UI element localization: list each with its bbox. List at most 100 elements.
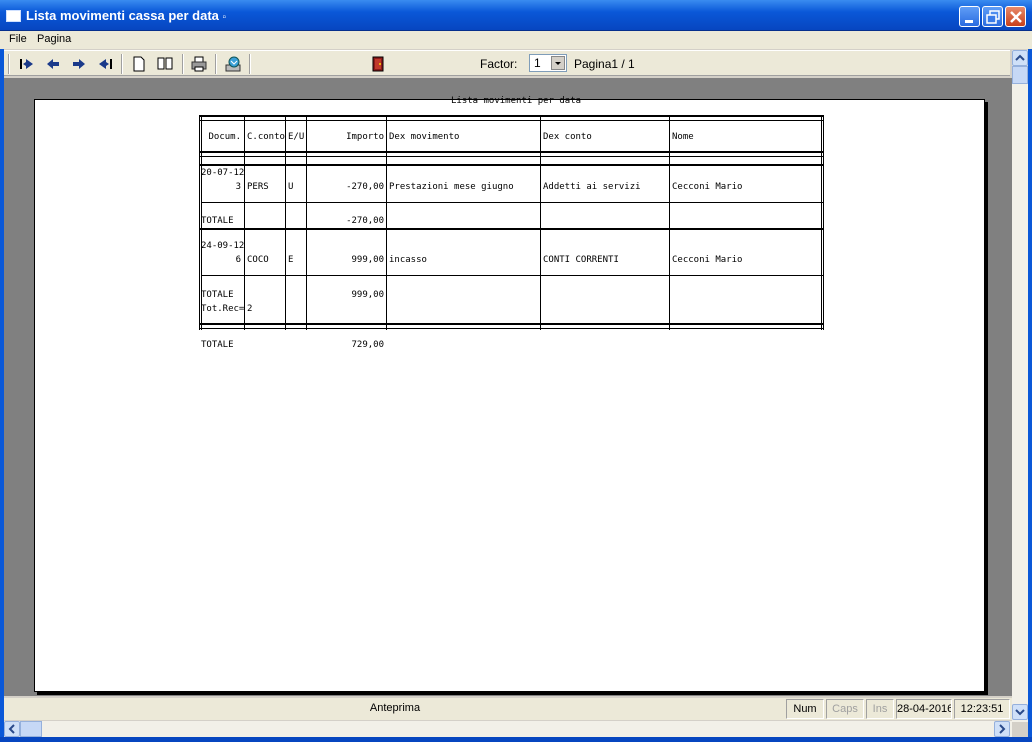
row-importo: -270,00 bbox=[346, 182, 384, 192]
next-page-icon[interactable] bbox=[70, 55, 88, 73]
window-title-suffix: ▫ bbox=[222, 12, 227, 23]
chevron-right-icon bbox=[999, 724, 1006, 734]
status-date: 28-04-2016 bbox=[896, 699, 952, 719]
toolbar-separator bbox=[182, 54, 184, 74]
horizontal-scroll-thumb[interactable] bbox=[20, 721, 42, 737]
table-border-right bbox=[821, 115, 822, 330]
minimize-icon bbox=[965, 20, 973, 23]
vertical-scrollbar[interactable] bbox=[1012, 50, 1028, 722]
header-rule-bottom-inner bbox=[199, 156, 824, 157]
factor-dropdown-button[interactable] bbox=[551, 56, 565, 70]
window-title: Lista movimenti cassa per data ▫ bbox=[26, 8, 226, 23]
row-cconto: PERS bbox=[247, 182, 269, 192]
header-cconto: C.conto bbox=[247, 132, 285, 142]
group-rule bbox=[199, 164, 824, 166]
group-rule bbox=[199, 228, 824, 230]
toolbar-separator bbox=[121, 54, 123, 74]
column-divider bbox=[306, 115, 307, 330]
chevron-down-icon bbox=[555, 62, 561, 65]
toolbar-separator bbox=[215, 54, 217, 74]
column-divider bbox=[285, 115, 286, 330]
row-doc-number: 6 bbox=[235, 255, 241, 265]
toolbar-separator bbox=[249, 54, 251, 74]
column-divider bbox=[669, 115, 670, 330]
scroll-left-button[interactable] bbox=[4, 721, 20, 737]
row-eu: U bbox=[288, 182, 294, 192]
toolbar-grip bbox=[8, 54, 10, 74]
horizontal-scrollbar[interactable] bbox=[4, 721, 1012, 737]
menu-pagina[interactable]: Pagina bbox=[37, 33, 71, 45]
chevron-up-icon bbox=[1015, 54, 1025, 61]
header-rule-top bbox=[199, 115, 824, 117]
minimize-button[interactable] bbox=[959, 6, 980, 27]
report-title: Lista movimenti per data bbox=[451, 96, 582, 106]
last-page-icon[interactable] bbox=[96, 55, 114, 73]
table-rule-bottom bbox=[199, 323, 824, 325]
row-nome: Cecconi Mario bbox=[672, 182, 743, 192]
header-dex-conto: Dex conto bbox=[543, 132, 592, 142]
close-button[interactable] bbox=[1005, 6, 1026, 27]
scroll-up-button[interactable] bbox=[1012, 50, 1028, 66]
report-page: Lista movimenti per data Docum. C.conto … bbox=[34, 96, 985, 692]
status-bar: Anteprima Num Caps Ins 28-04-2016 12:23:… bbox=[4, 698, 1012, 720]
menu-bar: File Pagina bbox=[0, 31, 1032, 49]
prev-page-icon[interactable] bbox=[44, 55, 62, 73]
first-page-icon[interactable] bbox=[18, 55, 36, 73]
menu-file[interactable]: File bbox=[9, 33, 27, 45]
app-window: Lista movimenti cassa per data ▫ File Pa… bbox=[0, 0, 1032, 742]
status-text: Anteprima bbox=[369, 702, 421, 714]
chevron-down-icon bbox=[1015, 709, 1025, 716]
status-time: 12:23:51 bbox=[954, 699, 1010, 719]
table-rule-bottom-inner bbox=[199, 328, 824, 329]
row-dex-conto: CONTI CORRENTI bbox=[543, 255, 619, 265]
chevron-left-icon bbox=[8, 724, 15, 734]
header-rule-bottom bbox=[199, 151, 824, 153]
table-border-right-inner bbox=[823, 115, 824, 330]
page-indicator: Pagina1 / 1 bbox=[574, 57, 635, 71]
scroll-thumb[interactable] bbox=[1012, 66, 1028, 84]
row-date: 20-07-12 bbox=[201, 168, 245, 178]
header-nome: Nome bbox=[672, 132, 694, 142]
column-divider bbox=[540, 115, 541, 330]
row-eu: E bbox=[288, 255, 294, 265]
window-border-right bbox=[1028, 31, 1032, 737]
title-bar[interactable]: Lista movimenti cassa per data ▫ bbox=[0, 0, 1032, 31]
row-doc-number: 3 bbox=[235, 182, 241, 192]
row-dex-movimento: Prestazioni mese giugno bbox=[389, 182, 514, 192]
header-eu: E/U bbox=[288, 132, 305, 142]
column-divider bbox=[244, 115, 245, 330]
column-divider bbox=[386, 115, 387, 330]
factor-select[interactable]: 1 bbox=[529, 54, 567, 72]
window-icon[interactable] bbox=[6, 10, 21, 22]
header-importo: Importo bbox=[346, 132, 384, 142]
status-num: Num bbox=[786, 699, 824, 719]
single-page-icon[interactable] bbox=[130, 55, 148, 73]
scroll-down-button[interactable] bbox=[1012, 704, 1028, 720]
row-importo: 999,00 bbox=[351, 255, 384, 265]
row-rule bbox=[201, 275, 823, 276]
group-total-label: TOTALE bbox=[201, 216, 234, 226]
header-docum: Docum. bbox=[208, 132, 241, 142]
table-border-left bbox=[199, 115, 200, 330]
group-total-value: -270,00 bbox=[346, 216, 384, 226]
record-count-value: 2 bbox=[247, 304, 253, 314]
header-dex-movimento: Dex movimento bbox=[389, 132, 460, 142]
group-total-value: 999,00 bbox=[351, 290, 384, 300]
exit-door-icon[interactable] bbox=[369, 55, 387, 73]
scroll-right-button[interactable] bbox=[994, 721, 1010, 737]
grand-total-label: TOTALE bbox=[201, 340, 234, 350]
record-count-label: Tot.Rec= bbox=[201, 304, 245, 314]
row-rule bbox=[201, 202, 823, 203]
row-nome: Cecconi Mario bbox=[672, 255, 743, 265]
status-ins: Ins bbox=[866, 699, 894, 719]
row-dex-conto: Addetti ai servizi bbox=[543, 182, 641, 192]
print-icon[interactable] bbox=[190, 55, 208, 73]
header-rule-top-inner bbox=[199, 120, 824, 121]
group-total-label: TOTALE bbox=[201, 290, 234, 300]
maximize-button[interactable] bbox=[982, 6, 1003, 27]
window-title-text: Lista movimenti cassa per data bbox=[26, 8, 219, 23]
toolbar: Factor: 1 Pagina1 / 1 bbox=[4, 50, 1010, 76]
preview-area[interactable]: Lista movimenti per data Docum. C.conto … bbox=[4, 78, 1012, 696]
export-icon[interactable] bbox=[224, 55, 242, 73]
two-pages-icon[interactable] bbox=[156, 55, 174, 73]
